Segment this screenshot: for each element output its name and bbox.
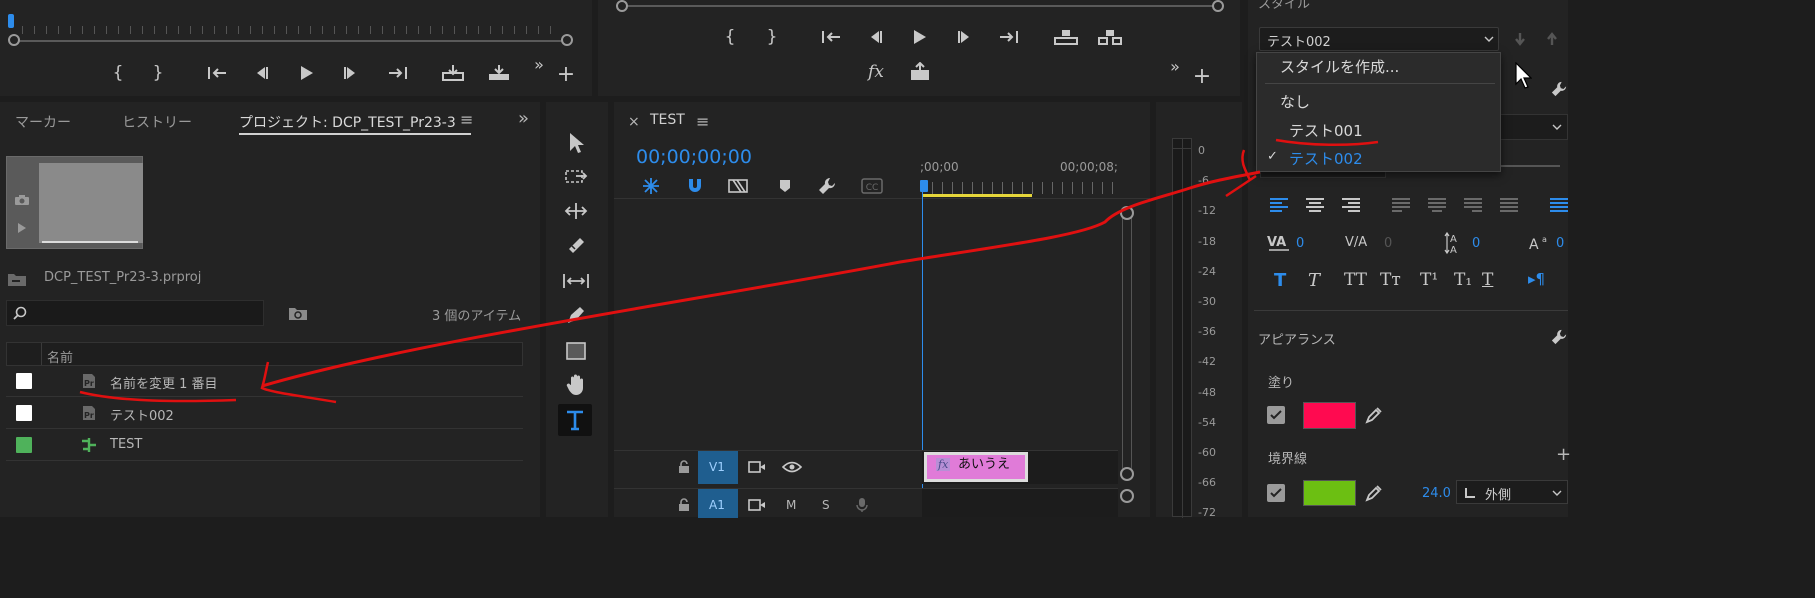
annotation-overlay — [79, 138, 1379, 404]
annotation-underline-test001 — [1275, 138, 1379, 147]
annotation-underline-item — [79, 390, 237, 403]
annotation-arrow-line — [261, 170, 1261, 388]
